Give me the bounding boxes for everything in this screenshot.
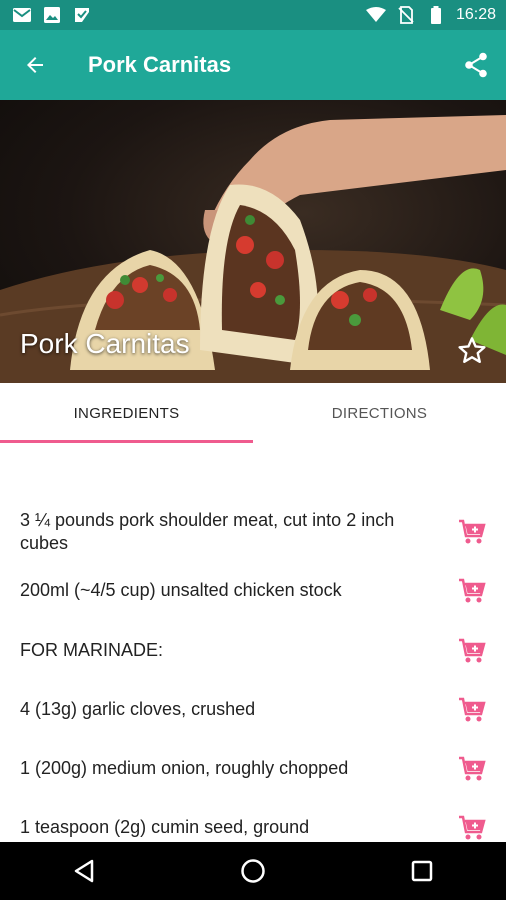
- ingredient-list: 3 ¼ pounds pork shoulder meat, cut into …: [0, 443, 506, 842]
- ingredient-text: 200ml (~4/5 cup) unsalted chicken stock: [20, 580, 342, 600]
- recipe-hero-image: Pork Carnitas: [0, 100, 506, 383]
- share-icon: [465, 52, 487, 78]
- add-to-cart-icon[interactable]: [458, 578, 486, 604]
- nav-back-button[interactable]: [54, 842, 114, 900]
- add-to-cart-icon[interactable]: [458, 697, 486, 723]
- ingredient-text: 1 (200g) medium onion, roughly chopped: [20, 758, 349, 778]
- share-button[interactable]: [446, 30, 506, 100]
- no-sim-icon: [396, 6, 416, 24]
- recents-square-icon: [411, 860, 432, 882]
- add-to-cart-icon[interactable]: [458, 815, 486, 841]
- star-outline-icon: [458, 337, 486, 363]
- list-item: 3 ¼ pounds pork shoulder meat, cut into …: [20, 509, 486, 555]
- list-item: FOR MARINADE:: [20, 638, 486, 664]
- mail-icon: [12, 6, 32, 24]
- image-icon: [42, 6, 62, 24]
- favorite-button[interactable]: [454, 333, 490, 369]
- check-bag-icon: [72, 6, 92, 24]
- nav-recents-button[interactable]: [392, 842, 452, 900]
- tab-bar: INGREDIENTS DIRECTIONS: [0, 383, 506, 443]
- page-title: Pork Carnitas: [88, 52, 232, 77]
- app-bar: Pork Carnitas: [0, 30, 506, 100]
- status-bar: 16:28: [0, 0, 506, 30]
- list-item: 200ml (~4/5 cup) unsalted chicken stock: [20, 578, 486, 604]
- arrow-left-icon: [27, 57, 43, 73]
- back-triangle-icon: [75, 859, 94, 883]
- ingredient-text: 4 (13g) garlic cloves, crushed: [20, 699, 256, 719]
- battery-icon: [426, 6, 446, 24]
- wifi-icon: [365, 6, 386, 24]
- tab-label: DIRECTIONS: [331, 404, 428, 422]
- add-to-cart-icon[interactable]: [458, 638, 486, 664]
- list-item: 1 teaspoon (2g) cumin seed, ground: [20, 815, 486, 841]
- add-to-cart-icon[interactable]: [458, 756, 486, 782]
- list-item: 4 (13g) garlic cloves, crushed: [20, 697, 486, 723]
- hero-title: Pork Carnitas: [20, 328, 190, 359]
- list-item: 1 (200g) medium onion, roughly chopped: [20, 756, 486, 782]
- ingredient-text: 1 teaspoon (2g) cumin seed, ground: [20, 817, 310, 837]
- nav-home-button[interactable]: [223, 842, 283, 900]
- status-time: 16:28: [455, 6, 496, 23]
- tab-ingredients[interactable]: INGREDIENTS: [0, 383, 253, 443]
- add-to-cart-icon[interactable]: [458, 519, 486, 545]
- ingredient-text: 3 ¼ pounds pork shoulder meat, cut into …: [20, 510, 395, 553]
- system-nav-bar: [0, 842, 506, 900]
- ingredient-text: FOR MARINADE:: [20, 640, 164, 660]
- home-circle-icon: [241, 859, 265, 883]
- tab-label: INGREDIENTS: [73, 404, 180, 422]
- back-button[interactable]: [0, 30, 70, 100]
- tab-directions[interactable]: DIRECTIONS: [253, 383, 506, 443]
